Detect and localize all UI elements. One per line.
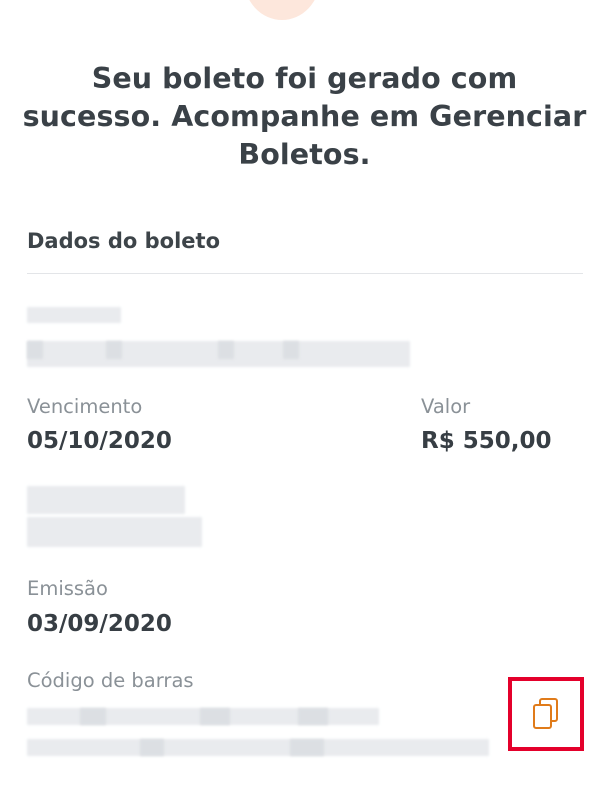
redacted-pixel: [290, 739, 324, 756]
redacted-pixel: [106, 341, 122, 359]
redacted-pixel: [283, 341, 299, 359]
redacted-pixel: [140, 739, 164, 756]
redacted-pixel: [200, 708, 230, 725]
copy-icon: [533, 698, 558, 729]
amount-value: R$ 550,00: [421, 428, 552, 454]
issue-date-label: Emissão: [27, 577, 108, 600]
issue-date-value: 03/09/2020: [27, 611, 172, 637]
section-title: Dados do boleto: [27, 229, 221, 253]
redacted-label: [27, 486, 185, 514]
due-date-label: Vencimento: [27, 395, 143, 418]
success-message: Seu boleto foi gerado com sucesso. Acomp…: [22, 62, 587, 171]
amount-label: Valor: [421, 395, 471, 418]
redacted-pixel: [80, 708, 106, 725]
header-illustration: [244, 0, 320, 20]
redacted-value: [27, 517, 202, 547]
redacted-pixel: [27, 341, 43, 359]
divider: [27, 273, 583, 274]
copy-barcode-button[interactable]: [508, 677, 584, 751]
redacted-pixel: [218, 341, 234, 359]
redacted-label: [27, 307, 121, 323]
redacted-pixel: [298, 708, 328, 725]
due-date-value: 05/10/2020: [27, 428, 172, 454]
redacted-barcode-line-2: [27, 739, 489, 756]
barcode-label: Código de barras: [27, 669, 194, 692]
